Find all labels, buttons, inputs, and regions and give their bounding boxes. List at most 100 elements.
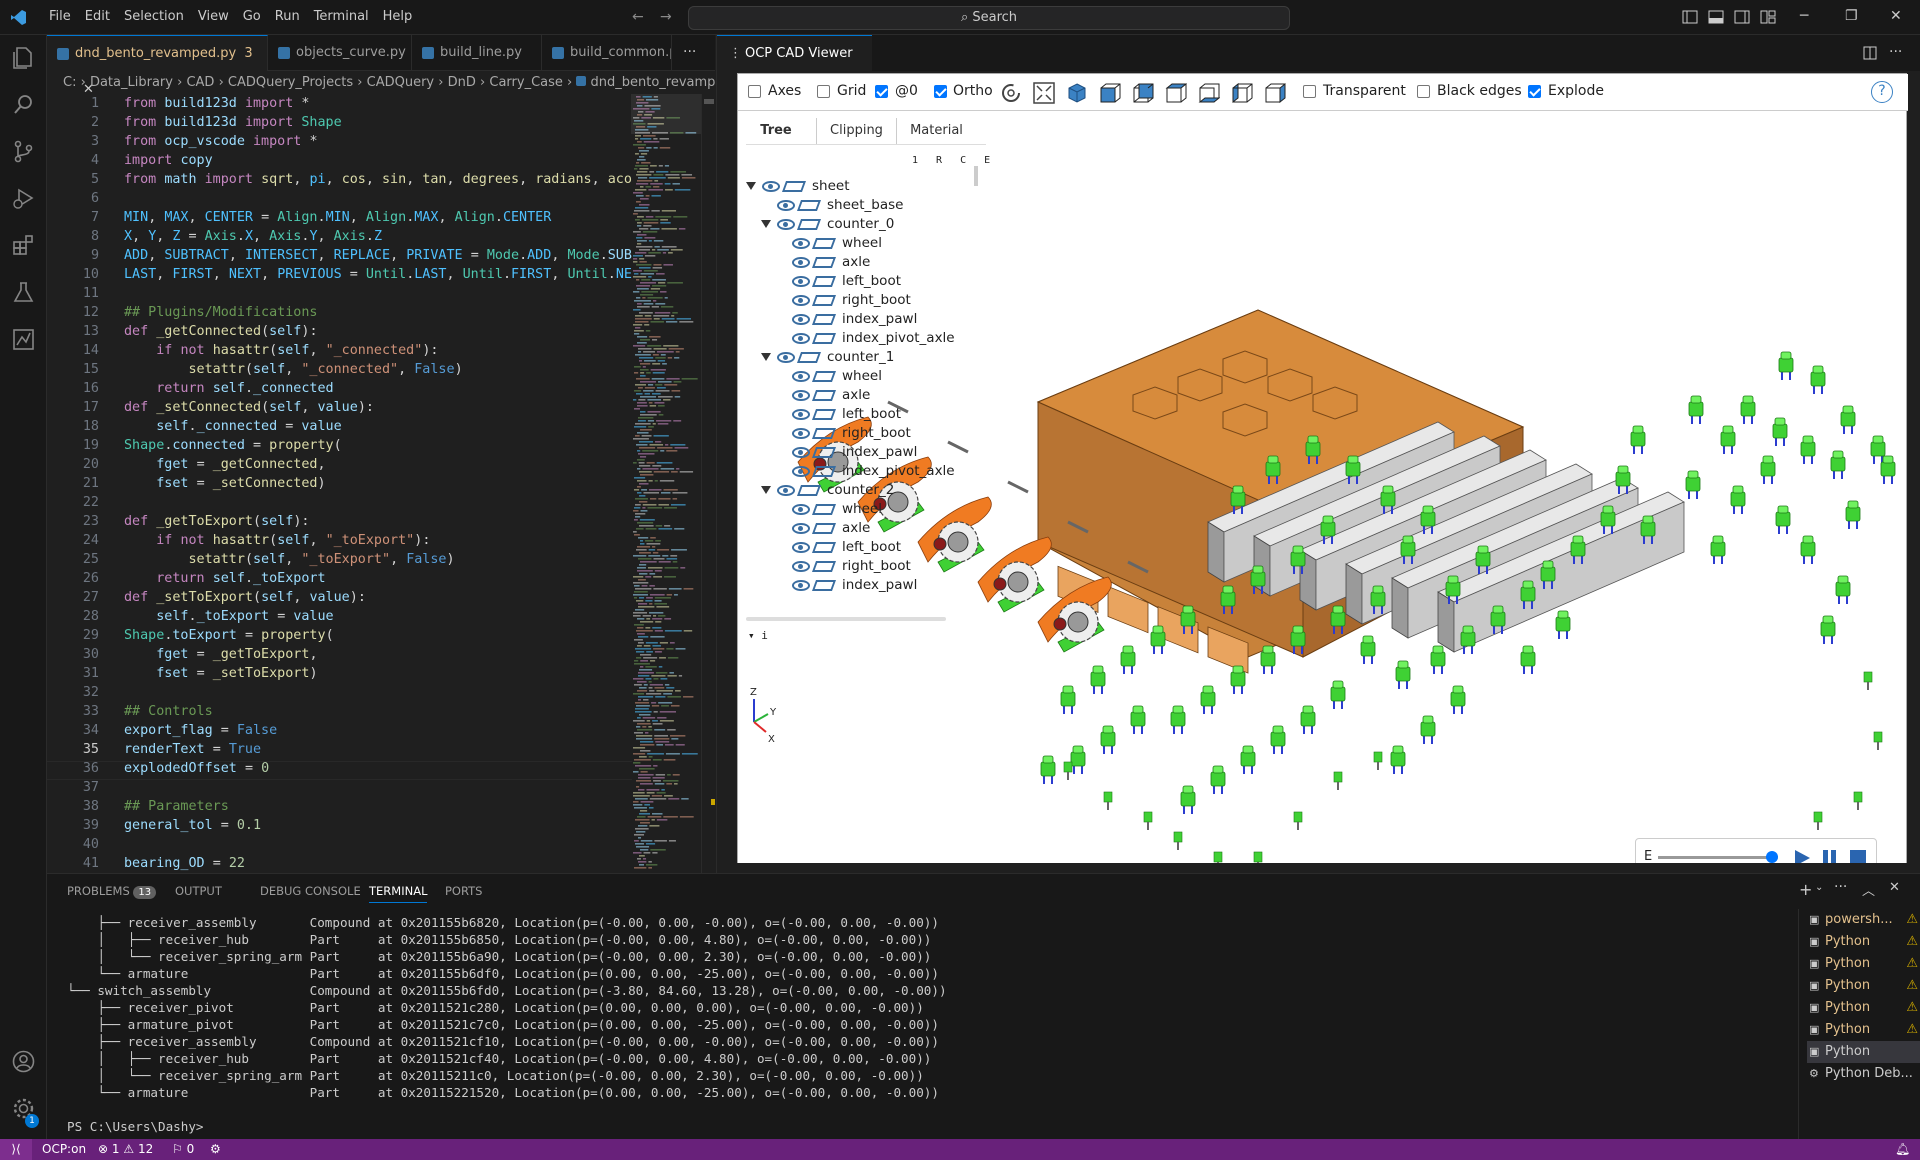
code-line[interactable]: 29 Shape.toExport = property( [47, 626, 632, 645]
menu-view[interactable]: View [191, 9, 236, 24]
code-line[interactable]: 40 [47, 835, 632, 854]
front-view-icon[interactable] [1099, 82, 1121, 104]
rear-view-icon[interactable] [1132, 82, 1154, 104]
more-actions-icon[interactable]: ··· [683, 44, 696, 60]
visibility-eye-icon[interactable] [777, 218, 795, 230]
visibility-eye-icon[interactable] [792, 408, 810, 420]
split-editor-icon[interactable] [1863, 46, 1877, 60]
black-edges-checkbox[interactable] [1417, 85, 1430, 98]
minimize-icon[interactable]: ─ [1800, 8, 1808, 24]
restore-icon[interactable]: ❐ [1845, 8, 1858, 24]
menu-terminal[interactable]: Terminal [307, 9, 376, 24]
tree-node-axle[interactable]: axle [776, 253, 870, 272]
transparent-checkbox[interactable] [1303, 85, 1316, 98]
mesh-visibility-icon[interactable] [811, 313, 837, 325]
tree-node-right-boot[interactable]: right_boot [776, 291, 911, 310]
tree-node-right-boot[interactable]: right_boot [776, 424, 911, 443]
tab-clipping[interactable]: Clipping [816, 118, 896, 144]
ports-status[interactable]: ⚐ 0 [172, 1139, 194, 1160]
tab-ocp-cad-viewer[interactable]: ⋮ OCP CAD Viewer ✕ [717, 35, 872, 97]
code-line[interactable]: 37 [47, 778, 632, 797]
axes-checkbox[interactable] [748, 85, 761, 98]
search-sidebar-icon[interactable] [11, 92, 36, 117]
code-line[interactable]: 19 Shape.connected = property( [47, 436, 632, 455]
mesh-visibility-icon[interactable] [811, 541, 837, 553]
code-line[interactable]: 31 fset = _setToExport) [47, 664, 632, 683]
mesh-visibility-icon[interactable] [811, 256, 837, 268]
mesh-visibility-icon[interactable] [811, 465, 837, 477]
mesh-visibility-icon[interactable] [796, 484, 822, 496]
tab-build-line[interactable]: build_line.py [412, 35, 542, 71]
close-window-icon[interactable]: ✕ [1890, 8, 1902, 24]
terminal-instance[interactable]: ▣ Python ⚠ [1807, 1019, 1920, 1041]
tab-ports[interactable]: PORTS [445, 884, 482, 898]
code-line[interactable]: 15 setattr(self, "_connected", False) [47, 360, 632, 379]
mesh-visibility-icon[interactable] [811, 408, 837, 420]
bottom-view-icon[interactable] [1198, 82, 1220, 104]
tree-node-wheel[interactable]: wheel [776, 367, 882, 386]
tree-node-left-boot[interactable]: left_boot [776, 272, 901, 291]
tree-node-axle[interactable]: axle [776, 519, 870, 538]
notifications-icon[interactable]: 🔔︎ [1895, 1139, 1910, 1160]
terminal-instance[interactable]: ▣ Python [1807, 1041, 1920, 1063]
mesh-visibility-icon[interactable] [811, 237, 837, 249]
code-line[interactable]: 21 fset = _setConnected) [47, 474, 632, 493]
visibility-eye-icon[interactable] [792, 503, 810, 515]
breadcrumb-item[interactable]: CAD [186, 75, 214, 90]
terminal-instance[interactable]: ▣ Python ⚠ [1807, 931, 1920, 953]
code-line[interactable]: 23 def _getToExport(self): [47, 512, 632, 531]
expand-caret-icon[interactable] [761, 353, 771, 361]
code-line[interactable]: 9 ADD, SUBTRACT, INTERSECT, REPLACE, PRIV… [47, 246, 632, 265]
code-line[interactable]: 28 self._toExport = value [47, 607, 632, 626]
visibility-eye-icon[interactable] [792, 294, 810, 306]
mesh-visibility-icon[interactable] [811, 560, 837, 572]
visibility-eye-icon[interactable] [792, 313, 810, 325]
terminal-instance[interactable]: ▣ Python ⚠ [1807, 953, 1920, 975]
toggle-secondary-sidebar-icon[interactable] [1734, 10, 1750, 24]
code-line[interactable]: 34 export_flag = False [47, 721, 632, 740]
visibility-eye-icon[interactable] [792, 560, 810, 572]
menu-file[interactable]: File [42, 9, 78, 24]
tab-problems[interactable]: PROBLEMS 13 [67, 884, 157, 899]
remote-indicator-icon[interactable]: ⟩⟨ [0, 1139, 32, 1160]
mesh-visibility-icon[interactable] [811, 332, 837, 344]
tree-node-index-pawl[interactable]: index_pawl [776, 576, 917, 595]
help-button[interactable]: ? [1871, 81, 1893, 103]
mesh-visibility-icon[interactable] [811, 579, 837, 591]
code-line[interactable]: 20 fget = _getConnected, [47, 455, 632, 474]
code-line[interactable]: 1 from build123d import * [47, 94, 632, 113]
source-control-icon[interactable] [11, 139, 36, 164]
command-center-search[interactable]: ⌕ Search [688, 6, 1290, 30]
menu-run[interactable]: Run [268, 9, 307, 24]
back-arrow-icon[interactable]: ← [632, 9, 644, 25]
terminal-instance[interactable]: ▣ Python ⚠ [1807, 997, 1920, 1019]
visibility-eye-icon[interactable] [792, 522, 810, 534]
panel-more-icon[interactable]: ··· [1834, 879, 1847, 895]
tree-node-sheet-base[interactable]: sheet_base [761, 196, 903, 215]
tree-node-wheel[interactable]: wheel [776, 234, 882, 253]
visibility-eye-icon[interactable] [792, 332, 810, 344]
ortho-checkbox[interactable] [934, 85, 947, 98]
info-toggle[interactable]: ▾ i [748, 629, 768, 642]
tab-tree[interactable]: Tree [746, 118, 806, 144]
code-line[interactable]: 11 [47, 284, 632, 303]
tree-node-wheel[interactable]: wheel [776, 500, 882, 519]
right-view-icon[interactable] [1264, 82, 1286, 104]
visibility-eye-icon[interactable] [792, 256, 810, 268]
mesh-visibility-icon[interactable] [811, 370, 837, 382]
code-line[interactable]: 2 from build123d import Shape [47, 113, 632, 132]
mesh-visibility-icon[interactable] [811, 275, 837, 287]
tab-debug-console[interactable]: DEBUG CONSOLE [260, 884, 361, 898]
mesh-visibility-icon[interactable] [811, 503, 837, 515]
tree-node-counter-1[interactable]: counter_1 [761, 348, 894, 367]
code-line[interactable]: 16 return self._connected [47, 379, 632, 398]
top-view-icon[interactable] [1165, 82, 1187, 104]
expand-caret-icon[interactable] [746, 182, 756, 190]
tab-output[interactable]: OUTPUT [175, 884, 222, 898]
mesh-visibility-icon[interactable] [796, 199, 822, 211]
mesh-visibility-icon[interactable] [811, 294, 837, 306]
problems-status[interactable]: ⊗ 1 ⚠ 12 [98, 1139, 153, 1160]
terminal-instance[interactable]: ▣ powersh... ⚠ [1807, 909, 1920, 931]
code-line[interactable]: 27 def _setToExport(self, value): [47, 588, 632, 607]
code-area[interactable]: 1 from build123d import * 2 from build123d … [47, 94, 632, 873]
